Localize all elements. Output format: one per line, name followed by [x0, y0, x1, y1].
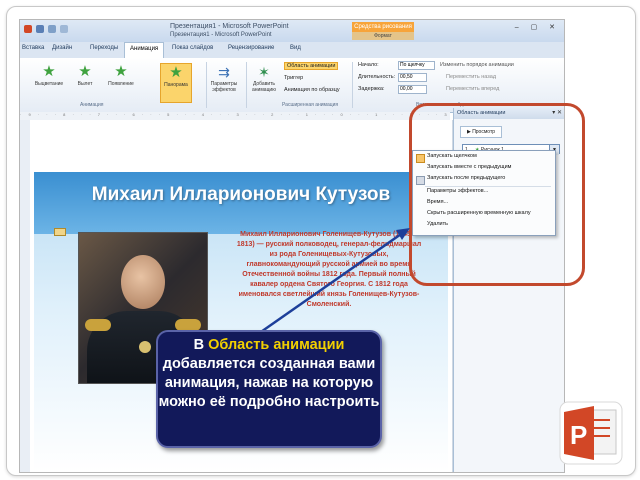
explanation-callout: В Область анимации добавляется созданная…	[156, 330, 382, 448]
callout-body: добавляется созданная вами анимация, наж…	[158, 356, 380, 410]
callout-prefix: В	[193, 337, 205, 353]
arrow-head	[396, 228, 410, 240]
callout-highlight: Область анимации	[208, 337, 345, 353]
arrow-line	[257, 230, 405, 336]
svg-text:P: P	[570, 420, 587, 450]
powerpoint-logo-icon: P	[559, 401, 623, 465]
